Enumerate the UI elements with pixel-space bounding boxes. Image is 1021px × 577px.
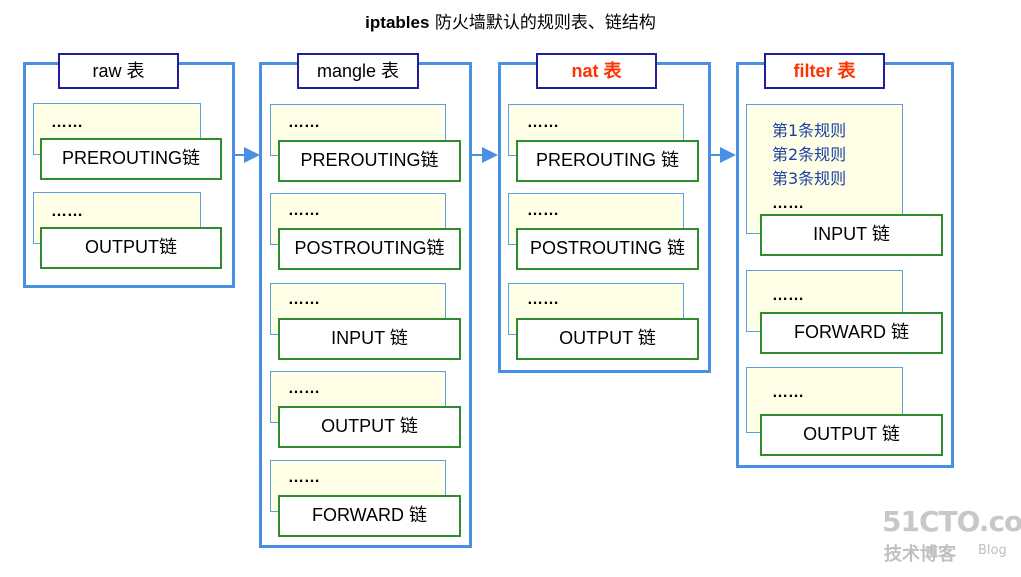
nat-chain-output: OUTPUT 链 (516, 318, 699, 360)
mangle-dots-5: …… (288, 469, 320, 486)
filter-rule-2: 第2条规则 (772, 145, 847, 164)
filter-dots-3: …… (772, 384, 804, 401)
mangle-chain-forward: FORWARD 链 (278, 495, 461, 537)
raw-chain-output: OUTPUT链 (40, 227, 222, 269)
watermark-blog: Blog (978, 543, 1007, 558)
raw-table-label: raw 表 (58, 53, 179, 89)
raw-dots-1: …… (51, 114, 83, 131)
nat-chain-postrouting: POSTROUTING 链 (516, 228, 699, 270)
nat-table-label: nat 表 (536, 53, 657, 89)
filter-chain-forward: FORWARD 链 (760, 312, 943, 354)
mangle-chain-postrouting: POSTROUTING链 (278, 228, 461, 270)
nat-dots-2: …… (527, 202, 559, 219)
nat-chain-prerouting: PREROUTING 链 (516, 140, 699, 182)
nat-dots-1: …… (527, 114, 559, 131)
mangle-chain-input: INPUT 链 (278, 318, 461, 360)
filter-rule-1: 第1条规则 (772, 121, 847, 140)
filter-dots-1: …… (772, 195, 804, 212)
raw-dots-2: …… (51, 203, 83, 220)
mangle-chain-prerouting: PREROUTING链 (278, 140, 461, 182)
filter-dots-2: …… (772, 287, 804, 304)
filter-chain-output: OUTPUT 链 (760, 414, 943, 456)
mangle-dots-1: …… (288, 114, 320, 131)
mangle-dots-2: …… (288, 202, 320, 219)
mangle-table-label: mangle 表 (297, 53, 419, 89)
nat-dots-3: …… (527, 291, 559, 308)
mangle-chain-output: OUTPUT 链 (278, 406, 461, 448)
watermark-tagline: 技术博客 (884, 544, 956, 565)
filter-rule-3: 第3条规则 (772, 169, 847, 188)
mangle-dots-3: …… (288, 291, 320, 308)
filter-chain-input: INPUT 链 (760, 214, 943, 256)
watermark-site: 51CTO.com (882, 505, 1021, 538)
filter-table-label: filter 表 (764, 53, 885, 89)
raw-chain-prerouting: PREROUTING链 (40, 138, 222, 180)
mangle-dots-4: …… (288, 380, 320, 397)
